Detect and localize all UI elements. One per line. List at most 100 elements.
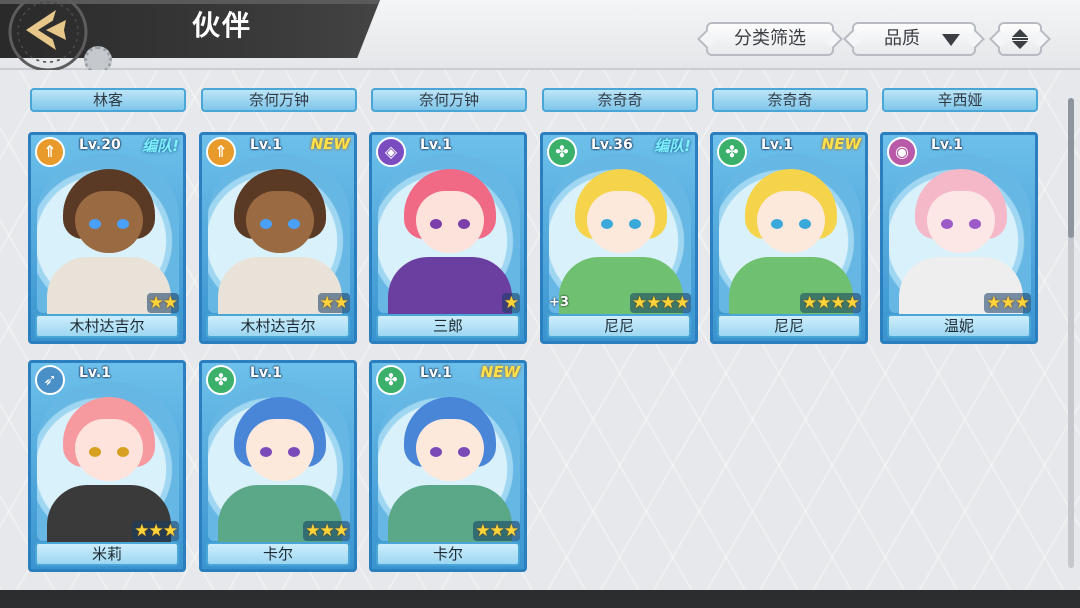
portrait-eye (601, 219, 613, 229)
partner-card[interactable]: ✤ Lv.1 NEW ★★★★ 尼尼 (710, 132, 868, 344)
star-rating: ★★★ (303, 521, 350, 541)
team-badge: 编队! (654, 137, 691, 155)
portrait-eye (458, 219, 470, 229)
page-title: 伙伴 (192, 9, 253, 42)
star-rating: ★★★★ (630, 293, 691, 313)
top-bar: 伙伴 分类筛选 品质 (0, 0, 1080, 74)
shield-icon: ◈ (376, 137, 406, 167)
star-rating: ★★★★ (800, 293, 861, 313)
character-portrait (889, 153, 1031, 317)
new-badge: NEW (310, 135, 350, 153)
portrait-eye (260, 219, 272, 229)
level-label: Lv.1 (420, 137, 452, 153)
level-label: Lv.1 (79, 365, 111, 381)
level-label: Lv.1 (931, 137, 963, 153)
portrait-eye (969, 219, 981, 229)
star-rating: ★★★ (473, 521, 520, 541)
portrait-outfit (388, 257, 512, 317)
star-rating: ★★★ (132, 521, 179, 541)
portrait-eye (117, 219, 129, 229)
bottom-frame (0, 590, 1080, 608)
level-label: Lv.20 (79, 137, 121, 153)
level-label: Lv.1 (761, 137, 793, 153)
character-portrait (378, 153, 520, 317)
level-label: Lv.1 (250, 137, 282, 153)
partner-name: 尼尼 (547, 314, 691, 338)
partner-name: 卡尔 (376, 542, 520, 566)
partner-card[interactable]: ➶ Lv.1 ★★★ 米莉 (28, 360, 186, 572)
portrait-eye (771, 219, 783, 229)
portrait-eye (458, 447, 470, 457)
portrait-eye (288, 447, 300, 457)
character-portrait (549, 153, 691, 317)
name-plate: 奈何万钟 (201, 88, 357, 112)
portrait-eye (89, 447, 101, 457)
scrollbar-thumb[interactable] (1068, 98, 1074, 238)
sort-arrows-icon (1012, 29, 1028, 49)
partner-card[interactable]: ✤ Lv.1 ★★★ 卡尔 (199, 360, 357, 572)
partner-card[interactable]: ◉ Lv.1 ★★★ 温妮 (880, 132, 1038, 344)
upgrade-count: +3 (549, 295, 569, 310)
partner-name: 尼尼 (717, 314, 861, 338)
filter-button[interactable]: 分类筛选 (706, 22, 834, 56)
portrait-face (246, 419, 314, 481)
quality-dropdown-label: 品质 (884, 28, 920, 49)
chevron-down-icon (942, 34, 960, 46)
portrait-face (416, 191, 484, 253)
partner-name: 木村达吉尔 (35, 314, 179, 338)
quality-dropdown[interactable]: 品质 (852, 22, 976, 56)
portrait-face (75, 419, 143, 481)
star-rating: ★★ (317, 293, 350, 313)
name-plate: 林客 (30, 88, 186, 112)
team-badge: 编队! (142, 137, 179, 155)
partner-name: 三郎 (376, 314, 520, 338)
portrait-eye (117, 447, 129, 457)
portrait-face (416, 419, 484, 481)
portrait-face (246, 191, 314, 253)
portrait-eye (941, 219, 953, 229)
partner-card[interactable]: ⇑ Lv.1 NEW ★★ 木村达吉尔 (199, 132, 357, 344)
partner-name: 木村达吉尔 (206, 314, 350, 338)
partner-card[interactable]: ⇑ Lv.20 编队! ★★ 木村达吉尔 (28, 132, 186, 344)
portrait-eye (260, 447, 272, 457)
portrait-eye (288, 219, 300, 229)
portrait-eye (430, 219, 442, 229)
character-portrait (37, 381, 179, 545)
partner-card[interactable]: ◈ Lv.1 ★ 三郎 (369, 132, 527, 344)
partner-name: 卡尔 (206, 542, 350, 566)
partner-list: 林客 奈何万钟 奈何万钟 奈奇奇 奈奇奇 辛西娅 ⇑ Lv.20 编队! ★★ … (0, 70, 1080, 590)
sword-icon: ⇑ (206, 137, 236, 167)
name-plate: 奈奇奇 (712, 88, 868, 112)
portrait-face (927, 191, 995, 253)
portrait-face (75, 191, 143, 253)
sort-order-button[interactable] (998, 22, 1042, 56)
character-portrait (378, 381, 520, 545)
sword-icon: ⇑ (35, 137, 65, 167)
character-portrait (37, 153, 179, 317)
scrollbar[interactable] (1068, 98, 1074, 568)
clover-icon: ✤ (206, 365, 236, 395)
clover-icon: ✤ (547, 137, 577, 167)
level-label: Lv.1 (250, 365, 282, 381)
partner-name: 温妮 (887, 314, 1031, 338)
star-rating: ★★ (146, 293, 179, 313)
clover-icon: ✤ (717, 137, 747, 167)
name-plate: 辛西娅 (882, 88, 1038, 112)
portrait-face (757, 191, 825, 253)
filter-button-label: 分类筛选 (734, 28, 806, 49)
star-rating: ★★★ (984, 293, 1031, 313)
portrait-eye (799, 219, 811, 229)
clover-icon: ✤ (376, 365, 406, 395)
character-portrait (208, 153, 350, 317)
level-label: Lv.1 (420, 365, 452, 381)
name-plate: 奈奇奇 (542, 88, 698, 112)
partner-card[interactable]: ✤ Lv.36 编队! +3 ★★★★ 尼尼 (540, 132, 698, 344)
character-portrait (208, 381, 350, 545)
level-label: Lv.36 (591, 137, 633, 153)
star-rating: ★ (501, 293, 520, 313)
new-badge: NEW (480, 363, 520, 381)
name-plate: 奈何万钟 (371, 88, 527, 112)
partner-card[interactable]: ✤ Lv.1 NEW ★★★ 卡尔 (369, 360, 527, 572)
portrait-eye (629, 219, 641, 229)
portrait-face (587, 191, 655, 253)
